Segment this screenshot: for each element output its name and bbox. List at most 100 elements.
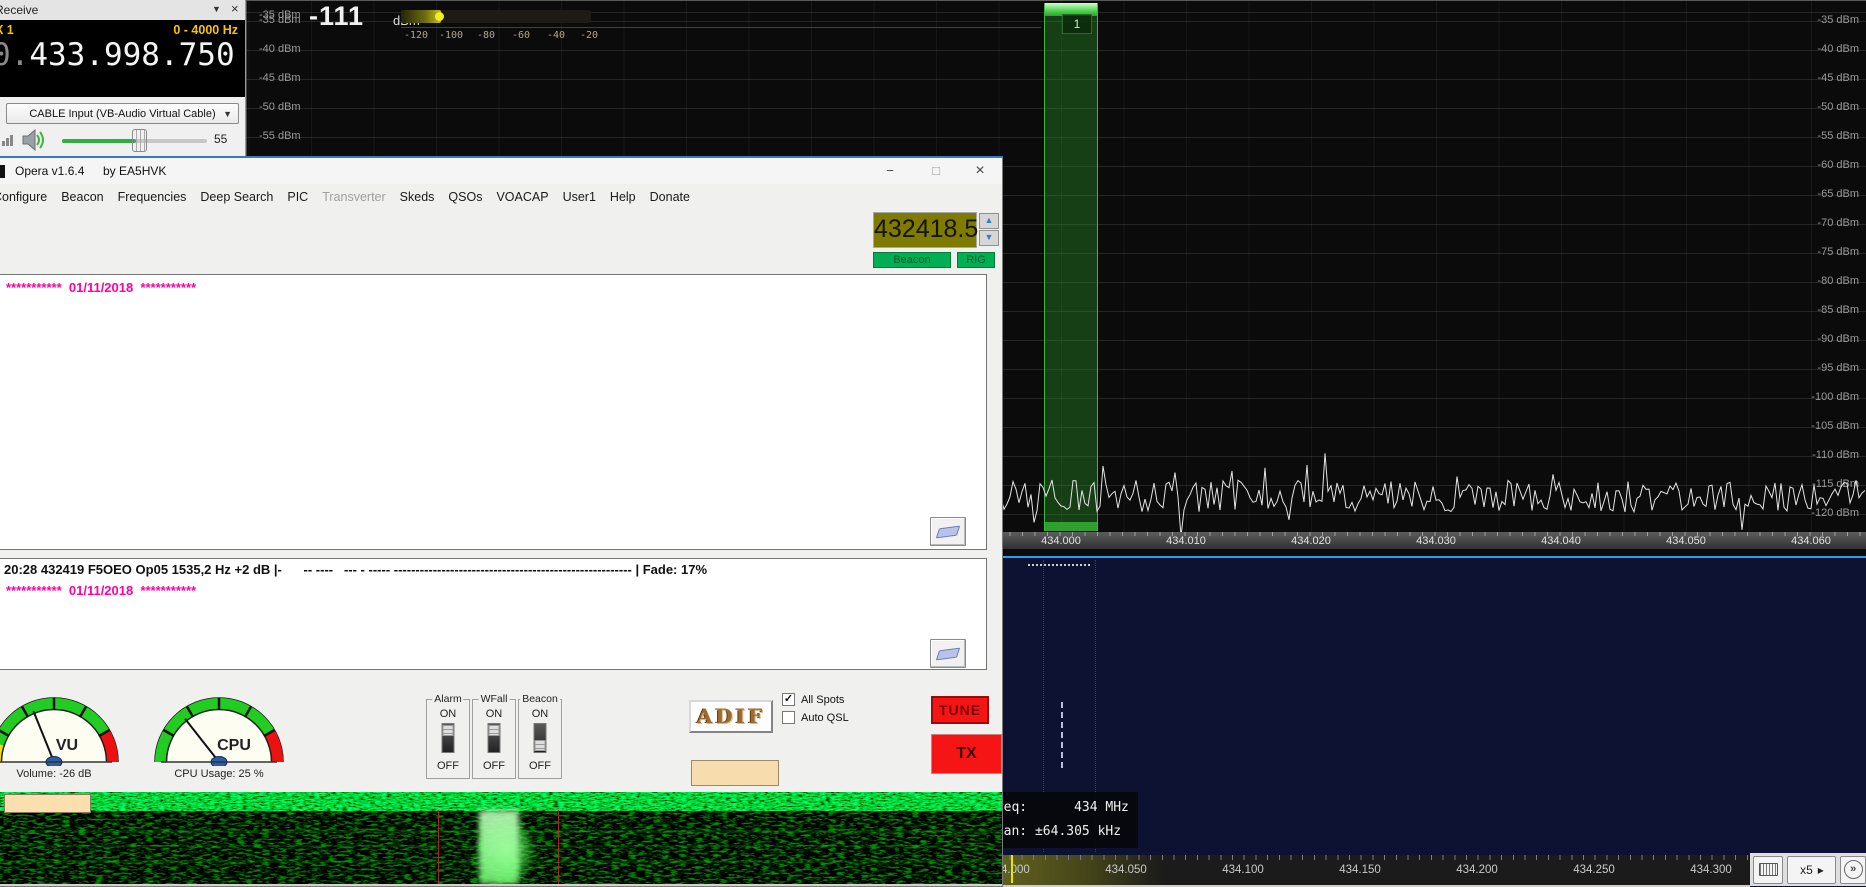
opera-titlebar[interactable]: Opera v1.6.4 by EA5HVK − □ × [0, 158, 1002, 184]
rig-mode-button[interactable]: RIG [957, 252, 995, 268]
fast-forward-button[interactable]: » [1840, 856, 1866, 884]
eraser-icon [936, 648, 960, 661]
axis-label: -55 dBm [259, 130, 301, 142]
freq-tick-label: 434.050 [1105, 864, 1147, 876]
menu-help[interactable]: Help [610, 190, 636, 204]
volume-slider-fill [62, 139, 136, 143]
adif-export-button[interactable]: ADIF [689, 700, 773, 733]
menu-deep-search[interactable]: Deep Search [200, 190, 273, 204]
svg-text:CPU: CPU [217, 737, 251, 754]
freq-tick-label: 434.300 [1690, 864, 1732, 876]
all-spots-label: All Spots [801, 694, 844, 706]
alarm-switch[interactable] [442, 723, 455, 753]
beacon-mode-button[interactable]: Beacon [873, 252, 951, 268]
menu-transverter[interactable]: Transverter [322, 190, 385, 204]
freq-tick-label: 434.030 [1416, 535, 1456, 547]
meter-tick: -60 [512, 30, 530, 41]
axis-label: -35 dBm [1817, 14, 1859, 26]
axis-label: -100 dBm [1811, 391, 1859, 403]
waterfall-info-box [4, 794, 91, 813]
callsign-input[interactable] [691, 760, 779, 786]
clear-log-button[interactable] [930, 517, 966, 546]
axis-label: -80 dBm [1817, 275, 1859, 287]
spin-up-button[interactable]: ▲ [979, 213, 999, 229]
freq-tick-label: 434.050 [1666, 535, 1706, 547]
menu-voacap[interactable]: VOACAP [496, 190, 548, 204]
all-spots-option[interactable]: ✓ All Spots [782, 693, 844, 706]
spin-down-button[interactable]: ▼ [979, 230, 999, 246]
beacon-switch[interactable] [534, 723, 547, 753]
frequency-tooltip: Freq: 434 MHz Span: ±64.305 kHz [984, 792, 1138, 848]
collapse-icon[interactable]: ▼ [212, 4, 221, 14]
audio-device-select[interactable]: CABLE Input (VB-Audio Virtual Cable) ▼ [6, 103, 239, 124]
zoom-frequency-ticks [998, 855, 1866, 860]
close-icon[interactable]: × [231, 1, 239, 16]
alarm-label: Alarm [432, 693, 463, 705]
tune-button[interactable]: TUNE [931, 696, 989, 724]
menu-donate[interactable]: Donate [650, 190, 690, 204]
tx-button[interactable]: TX [931, 734, 1002, 774]
checkbox-checked[interactable]: ✓ [782, 693, 795, 706]
menu-frequencies[interactable]: Frequencies [118, 190, 187, 204]
frequency-panel: X 1 0 - 4000 Hz 0.433.998.750 [0, 20, 246, 97]
axis-label: -75 dBm [1817, 246, 1859, 258]
frequency-display[interactable]: 0.433.998.750 [0, 37, 235, 73]
minimize-icon[interactable]: − [875, 161, 905, 181]
menu-qsos[interactable]: QSOs [448, 190, 482, 204]
receive-title: Receive [0, 3, 38, 17]
axis-label: -65 dBm [1817, 188, 1859, 200]
wfall-label: WFall [479, 693, 510, 705]
meter-tick: -100 [439, 30, 463, 41]
switch-knob[interactable] [535, 740, 546, 751]
volume-slider-handle[interactable] [132, 129, 147, 152]
receive-titlebar[interactable]: Receive ▼ × [0, 0, 246, 21]
keyboard-icon [1759, 863, 1778, 876]
menu-user1[interactable]: User1 [563, 190, 596, 204]
menu-skeds[interactable]: Skeds [400, 190, 435, 204]
auto-qsl-option[interactable]: Auto QSL [782, 711, 849, 724]
clear-log-button[interactable] [930, 639, 966, 668]
zoom-frequency-scale[interactable]: 434.000 434.050 434.100 434.150 434.200 … [998, 855, 1866, 885]
switch-knob[interactable] [489, 725, 500, 736]
tooltip-span: Span: ±64.305 kHz [988, 824, 1121, 839]
freq-tick-label: 434.200 [1456, 864, 1498, 876]
noise-floor-trace [1001, 441, 1866, 546]
speaker-icon[interactable] [22, 129, 46, 151]
menu-beacon[interactable]: Beacon [61, 190, 103, 204]
axis-label: -45 dBm [259, 72, 301, 84]
meter-tick: -40 [547, 30, 565, 41]
window-title: Opera v1.6.4 [15, 164, 84, 178]
level-meter-scale-line [401, 27, 1041, 28]
off-label: OFF [473, 760, 515, 772]
menu-pic[interactable]: PIC [287, 190, 308, 204]
decode-log-area[interactable]: 20:28 432419 F5OEO Op05 1535,2 Hz +2 dB … [0, 558, 987, 670]
on-label: ON [427, 708, 469, 720]
freq-tick-label: 434.000 [1041, 535, 1081, 547]
levels-icon [10, 135, 13, 146]
axis-label: -55 dBm [1817, 130, 1859, 142]
axis-label: -85 dBm [1817, 304, 1859, 316]
dial-frequency-field[interactable]: 432418.5 [873, 212, 977, 248]
checkbox-unchecked[interactable] [782, 711, 795, 724]
freq-tick-label: 434.150 [1339, 864, 1381, 876]
keyboard-entry-button[interactable] [1753, 856, 1783, 884]
close-icon[interactable]: × [965, 161, 995, 181]
frequency-digits: 433.998.750 [29, 37, 234, 73]
play-icon: ▸ [1818, 863, 1824, 877]
fast-forward-icon: » [1844, 860, 1863, 879]
tooltip-freq: Freq: 434 MHz [988, 800, 1129, 815]
cpu-meter: CPU [154, 690, 284, 766]
bandwidth-label: 0 - 4000 Hz [173, 23, 238, 37]
wfall-switch[interactable] [488, 723, 501, 753]
maximize-icon[interactable]: □ [921, 161, 951, 181]
switch-knob[interactable] [443, 725, 454, 736]
desktop: -35 dBm -111 dBm -120 -100 -80 -60 -40 -… [0, 0, 1866, 887]
on-label: ON [473, 708, 515, 720]
axis-label: -50 dBm [259, 101, 301, 113]
zoom-factor-button[interactable]: x5 ▸ [1787, 856, 1836, 884]
axis-label: -60 dBm [1817, 159, 1859, 171]
frequency-spinner: ▲ ▼ [979, 213, 999, 247]
beacon-log-area[interactable]: *********** 01/11/2018 *********** [0, 274, 987, 550]
freq-tick-label: 434.010 [1166, 535, 1206, 547]
menu-configure[interactable]: Configure [0, 190, 47, 204]
